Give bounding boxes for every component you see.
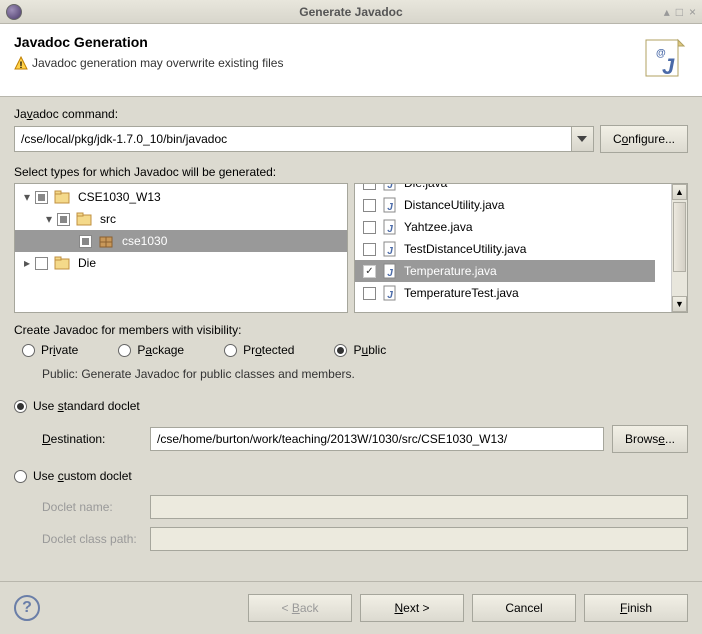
- svg-text:J: J: [387, 290, 393, 301]
- svg-text:J: J: [387, 202, 393, 213]
- svg-text:J: J: [387, 246, 393, 257]
- svg-text:J: J: [662, 54, 675, 79]
- project-icon: [54, 189, 70, 205]
- browse-button[interactable]: Browse...: [612, 425, 688, 453]
- checkbox[interactable]: [79, 235, 92, 248]
- java-file-icon: J: [382, 263, 398, 279]
- svg-text:J: J: [387, 224, 393, 235]
- scroll-thumb[interactable]: [673, 202, 686, 272]
- file-label: DistanceUtility.java: [404, 198, 504, 212]
- destination-input[interactable]: [150, 427, 604, 451]
- select-types-label: Select types for which Javadoc will be g…: [14, 165, 688, 179]
- scrollbar[interactable]: ▲ ▼: [671, 184, 687, 312]
- doclet-name-label: Doclet name:: [42, 500, 142, 514]
- checkbox[interactable]: [363, 221, 376, 234]
- doclet-class-input: [150, 527, 688, 551]
- file-list[interactable]: J Die.java J DistanceUtility.java J Yahtzee.j…: [354, 183, 688, 313]
- visibility-protected[interactable]: Protected: [224, 343, 294, 357]
- java-file-icon: J: [382, 285, 398, 301]
- destination-label: Destination:: [42, 432, 142, 446]
- expand-icon[interactable]: ▾: [43, 212, 55, 226]
- package-icon: [98, 233, 114, 249]
- javadoc-command-label: Javadoc command:: [14, 107, 688, 121]
- javadoc-command-input[interactable]: [15, 127, 571, 151]
- java-file-icon: J: [382, 197, 398, 213]
- file-label: TestDistanceUtility.java: [404, 242, 526, 256]
- doclet-class-label: Doclet class path:: [42, 532, 142, 546]
- tree-row[interactable]: ▸ Die: [15, 252, 347, 274]
- checkbox[interactable]: ✓: [363, 265, 376, 278]
- wizard-footer: ? < Back Next > Cancel Finish: [0, 581, 702, 634]
- checkbox[interactable]: [35, 257, 48, 270]
- dropdown-icon[interactable]: [571, 127, 593, 151]
- doclet-name-input: [150, 495, 688, 519]
- svg-text:!: !: [20, 60, 23, 70]
- svg-text:J: J: [387, 268, 393, 279]
- tree-row[interactable]: ▾ src: [15, 208, 347, 230]
- checkbox[interactable]: [363, 199, 376, 212]
- file-label: Yahtzee.java: [404, 220, 473, 234]
- help-button[interactable]: ?: [14, 595, 40, 621]
- file-row[interactable]: J TestDistanceUtility.java: [355, 238, 655, 260]
- standard-doclet-radio[interactable]: Use standard doclet: [14, 395, 688, 417]
- configure-button[interactable]: Configure...: [600, 125, 688, 153]
- javadoc-icon: @ J: [640, 34, 688, 82]
- maximize-button[interactable]: □: [676, 5, 683, 19]
- expand-icon[interactable]: ▸: [21, 256, 33, 270]
- visibility-public[interactable]: Public: [334, 343, 386, 357]
- file-row[interactable]: J TemperatureTest.java: [355, 282, 655, 304]
- tree-label: Die: [78, 256, 96, 270]
- finish-button[interactable]: Finish: [584, 594, 688, 622]
- project-icon: [54, 255, 70, 271]
- java-file-icon: J: [382, 184, 398, 191]
- wizard-warning: Javadoc generation may overwrite existin…: [32, 56, 283, 70]
- java-file-icon: J: [382, 241, 398, 257]
- tree-label: src: [100, 212, 116, 226]
- visibility-description: Public: Generate Javadoc for public clas…: [14, 357, 688, 391]
- checkbox[interactable]: [57, 213, 70, 226]
- javadoc-command-combo[interactable]: [14, 126, 594, 152]
- back-button[interactable]: < Back: [248, 594, 352, 622]
- checkbox[interactable]: [363, 184, 376, 190]
- cancel-button[interactable]: Cancel: [472, 594, 576, 622]
- warning-icon: !: [14, 56, 28, 70]
- checkbox[interactable]: [35, 191, 48, 204]
- file-row[interactable]: J Yahtzee.java: [355, 216, 655, 238]
- file-label: TemperatureTest.java: [404, 286, 519, 300]
- java-file-icon: J: [382, 219, 398, 235]
- checkbox[interactable]: [363, 243, 376, 256]
- tree-row[interactable]: cse1030: [15, 230, 347, 252]
- scroll-down-icon[interactable]: ▼: [672, 296, 687, 312]
- svg-text:J: J: [387, 184, 393, 191]
- file-row[interactable]: ✓ J Temperature.java: [355, 260, 655, 282]
- checkbox[interactable]: [363, 287, 376, 300]
- wizard-header: Javadoc Generation ! Javadoc generation …: [0, 24, 702, 97]
- tree-label: cse1030: [122, 234, 167, 248]
- visibility-private[interactable]: Private: [22, 343, 78, 357]
- close-button[interactable]: ×: [689, 5, 696, 19]
- scroll-up-icon[interactable]: ▲: [672, 184, 687, 200]
- window-title: Generate Javadoc: [0, 5, 702, 19]
- next-button[interactable]: Next >: [360, 594, 464, 622]
- tree-row[interactable]: ▾ CSE1030_W13: [15, 186, 347, 208]
- tree-label: CSE1030_W13: [78, 190, 161, 204]
- custom-doclet-radio[interactable]: Use custom doclet: [14, 465, 688, 487]
- visibility-label: Create Javadoc for members with visibili…: [14, 323, 688, 337]
- app-icon: [6, 4, 22, 20]
- file-row[interactable]: J DistanceUtility.java: [355, 194, 655, 216]
- project-tree[interactable]: ▾ CSE1030_W13 ▾ src cse1030 ▸ Die: [14, 183, 348, 313]
- folder-icon: [76, 211, 92, 227]
- visibility-package[interactable]: Package: [118, 343, 184, 357]
- file-label: Die.java: [404, 184, 447, 190]
- expand-icon[interactable]: ▾: [21, 190, 33, 204]
- wizard-title: Javadoc Generation: [14, 34, 283, 50]
- titlebar: Generate Javadoc ▴ □ ×: [0, 0, 702, 24]
- minimize-button[interactable]: ▴: [664, 5, 670, 19]
- file-row[interactable]: J Die.java: [355, 184, 655, 194]
- file-label: Temperature.java: [404, 264, 497, 278]
